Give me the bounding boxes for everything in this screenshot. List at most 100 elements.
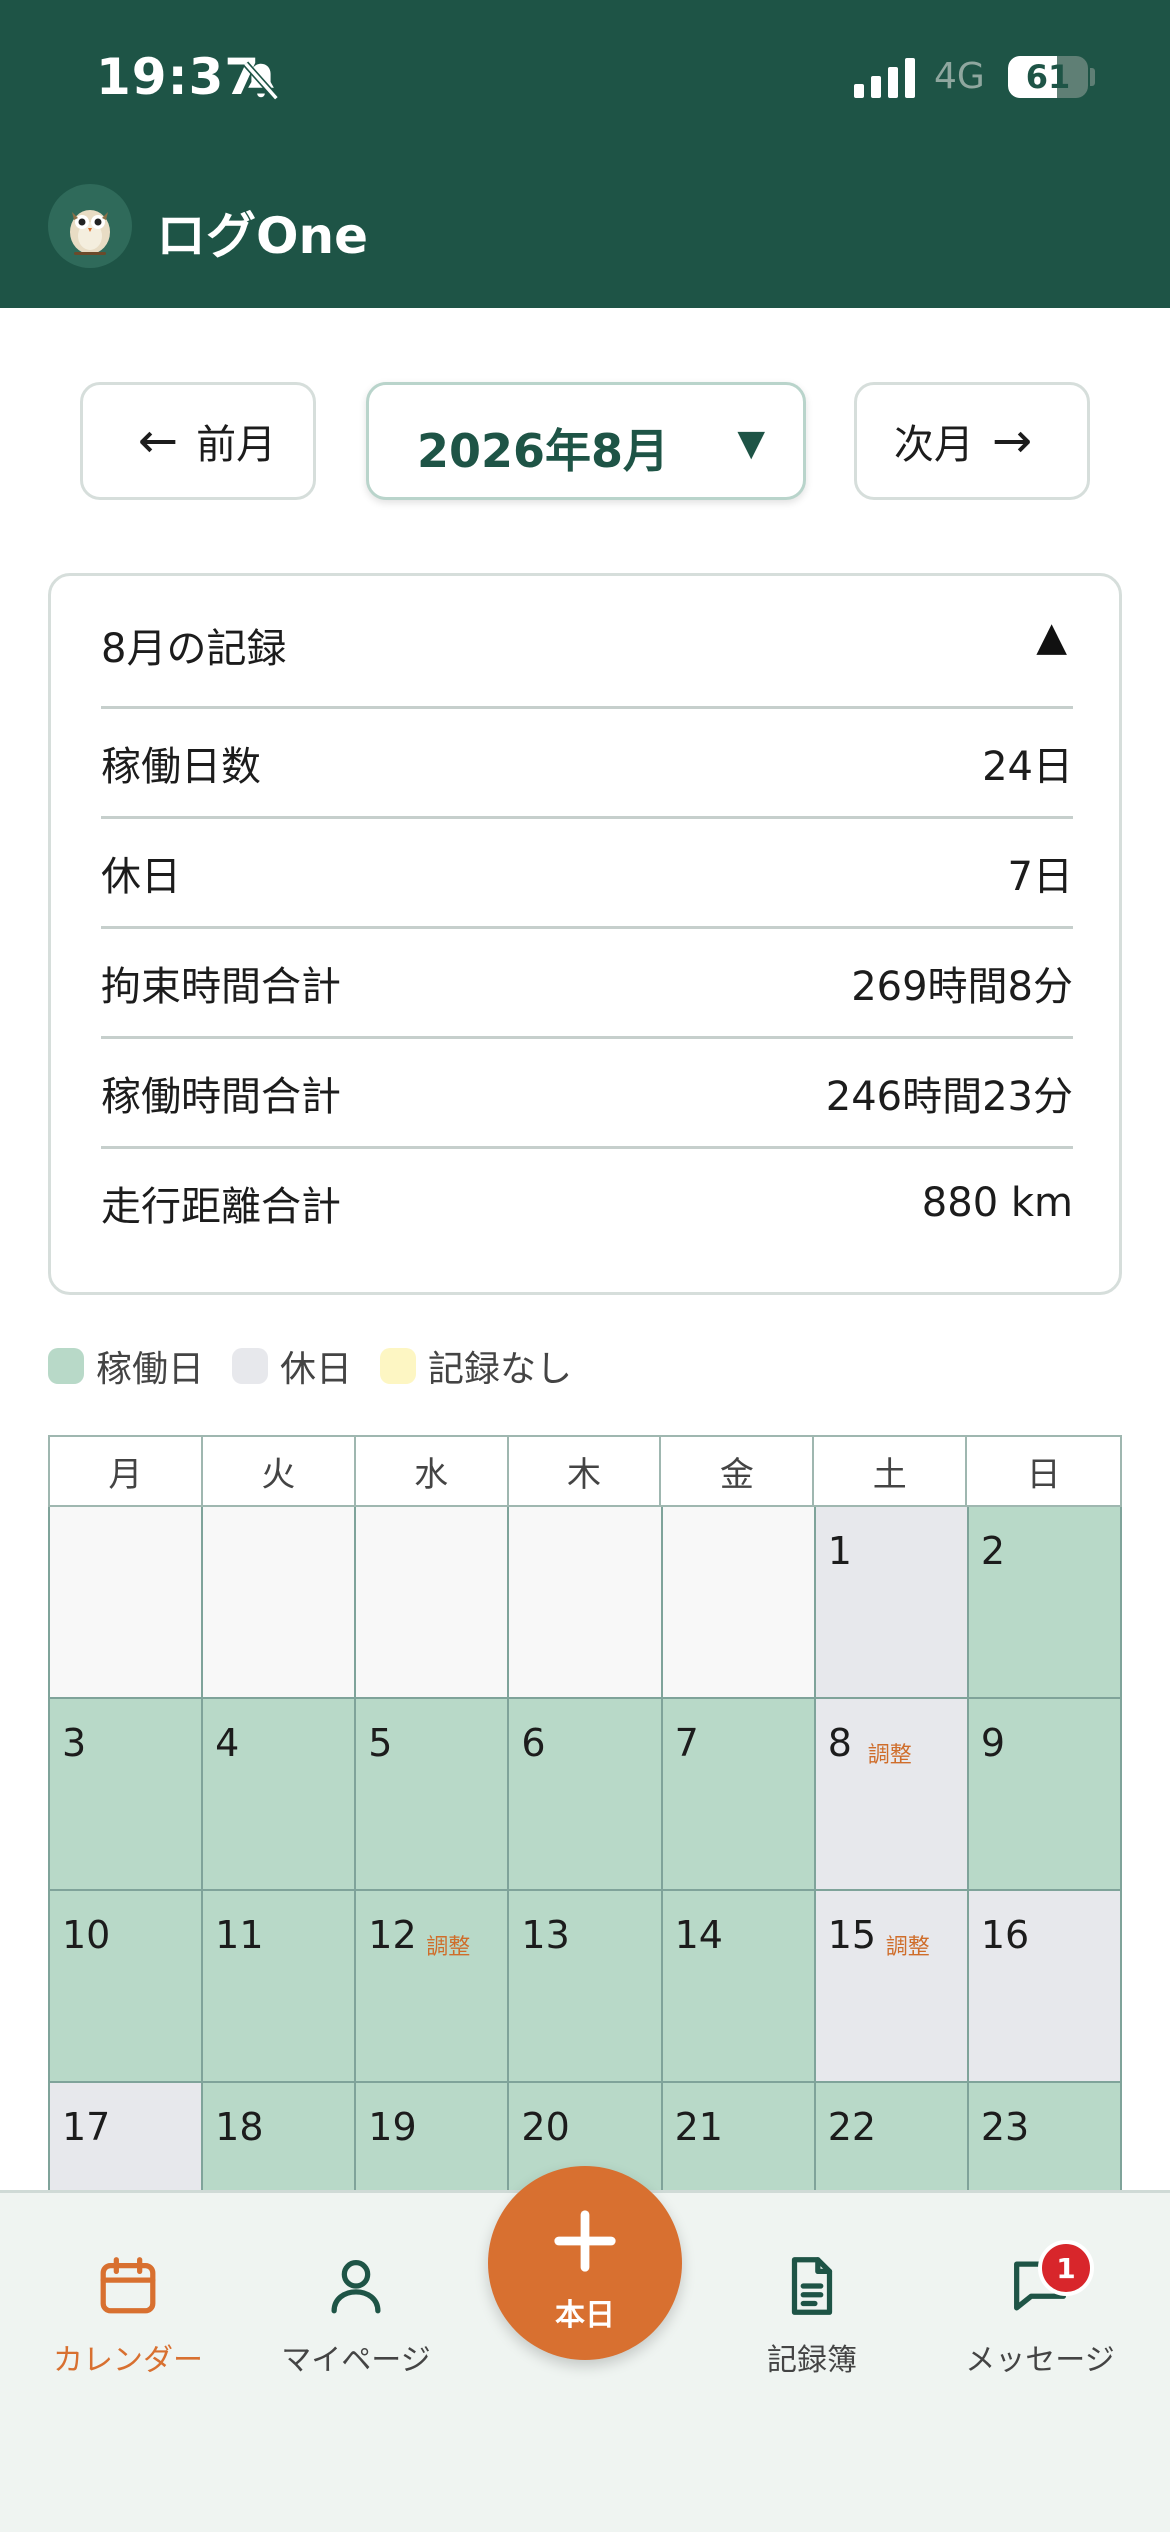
weekday-label: 木 xyxy=(509,1437,662,1505)
calendar-day-cell[interactable]: 1 xyxy=(815,1507,969,1699)
fab-label: 本日 xyxy=(555,2298,615,2333)
calendar-day-cell[interactable]: 11 xyxy=(203,1891,357,2083)
today-fab-button[interactable]: 本日 xyxy=(488,2166,682,2360)
tab-label: カレンダー xyxy=(53,2343,203,2378)
month-calendar: 月 火 水 木 金 土 日 1 2 3 4 5 6 7 8 調整 9 10 11 12 調整 13 14 15 調… xyxy=(48,1435,1122,2275)
day-number: 14 xyxy=(674,1913,723,1957)
calendar-day-cell[interactable]: 12 調整 xyxy=(356,1891,510,2083)
arrow-right-icon: → xyxy=(991,413,1033,469)
calendar-day-cell[interactable]: 15 調整 xyxy=(815,1891,969,2083)
calendar-day-cell[interactable]: 6 xyxy=(509,1699,663,1891)
document-icon xyxy=(791,2257,833,2315)
collapse-toggle-icon[interactable]: ▲ xyxy=(1036,614,1067,660)
legend-item-no-record: 記録なし xyxy=(380,1340,572,1392)
summary-row-restraint-time: 拘束時間合計 269時間8分 xyxy=(101,926,1073,1036)
owl-logo-icon xyxy=(48,184,132,268)
network-label: 4G xyxy=(934,56,985,97)
summary-label: 走行距離合計 xyxy=(101,1183,341,1230)
summary-row-working-days: 稼働日数 24日 xyxy=(101,706,1073,816)
tab-calendar[interactable]: カレンダー xyxy=(18,2251,238,2379)
calendar-day-cell[interactable]: 5 xyxy=(356,1699,510,1891)
summary-title: 8月の記録 xyxy=(101,626,287,672)
summary-value: 880 km xyxy=(921,1179,1073,1226)
day-number: 7 xyxy=(674,1721,699,1765)
calendar-day-cell[interactable]: 13 xyxy=(509,1891,663,2083)
summary-label: 拘束時間合計 xyxy=(101,963,341,1010)
bell-muted-icon xyxy=(243,61,279,101)
weekday-label: 月 xyxy=(50,1437,203,1505)
calendar-icon xyxy=(100,2257,156,2314)
calendar-cell-empty xyxy=(50,1507,204,1699)
calendar-day-cell[interactable]: 16 xyxy=(968,1891,1122,2083)
weekday-label: 金 xyxy=(661,1437,815,1505)
weekday-label: 土 xyxy=(814,1437,968,1505)
day-number: 13 xyxy=(521,1913,570,1957)
next-month-button[interactable]: 次月 → xyxy=(854,382,1090,500)
summary-label: 稼働時間合計 xyxy=(101,1073,341,1120)
adjustment-tag: 調整 xyxy=(426,1935,471,1960)
day-number: 20 xyxy=(521,2105,570,2149)
calendar-day-cell[interactable]: 3 xyxy=(50,1699,204,1891)
calendar-cell-empty xyxy=(662,1507,816,1699)
legend-label: 記録なし xyxy=(428,1349,573,1390)
status-time: 19:37 xyxy=(96,48,261,106)
month-select[interactable]: 2026年8月 ▼ xyxy=(366,382,806,500)
calendar-cell-empty xyxy=(203,1507,357,1699)
tab-label: メッセージ xyxy=(965,2343,1115,2378)
person-icon xyxy=(331,2260,381,2314)
signal-icon xyxy=(854,58,915,98)
summary-label: 休日 xyxy=(101,853,181,900)
calendar-cell-empty xyxy=(509,1507,663,1699)
calendar-day-cell[interactable]: 2 xyxy=(968,1507,1122,1699)
summary-value: 24日 xyxy=(982,743,1073,790)
calendar-day-cell[interactable]: 8 調整 xyxy=(815,1699,969,1891)
message-badge: 1 xyxy=(1038,2240,1094,2296)
day-number: 21 xyxy=(674,2105,723,2149)
day-number: 4 xyxy=(215,1721,240,1765)
day-number: 19 xyxy=(368,2105,417,2149)
calendar-day-cell[interactable]: 9 xyxy=(968,1699,1122,1891)
arrow-left-icon: ← xyxy=(137,413,179,469)
weekday-label: 火 xyxy=(203,1437,356,1505)
calendar-day-cell[interactable]: 10 xyxy=(50,1891,204,2083)
legend-swatch xyxy=(232,1348,269,1384)
prev-month-button[interactable]: ← 前月 xyxy=(80,382,316,500)
day-number: 5 xyxy=(368,1721,393,1765)
legend-item-workday: 稼働日 xyxy=(48,1340,204,1392)
day-number: 10 xyxy=(62,1913,111,1957)
calendar-day-cell[interactable]: 14 xyxy=(662,1891,816,2083)
calendar-day-cell[interactable]: 4 xyxy=(203,1699,357,1891)
day-number: 16 xyxy=(980,1913,1030,1957)
legend-label: 休日 xyxy=(280,1349,353,1390)
tab-mypage[interactable]: マイページ xyxy=(246,2251,466,2379)
summary-row-holidays: 休日 7日 xyxy=(101,816,1073,926)
current-month-label: 2026年8月 xyxy=(417,424,670,478)
app-header: 19:37 4G 61 ログOne xyxy=(0,0,1170,308)
tab-label: マイページ xyxy=(281,2343,431,2378)
battery-tip xyxy=(1090,68,1095,86)
plus-icon xyxy=(554,2210,616,2272)
day-number: 23 xyxy=(980,2105,1030,2149)
calendar-day-cell[interactable]: 7 xyxy=(662,1699,816,1891)
day-number: 17 xyxy=(62,2105,111,2149)
summary-value: 7日 xyxy=(1007,853,1073,900)
legend-item-holiday: 休日 xyxy=(232,1340,352,1392)
summary-row-distance: 走行距離合計 880 km xyxy=(101,1146,1073,1256)
day-number: 18 xyxy=(215,2105,264,2149)
day-number: 12 xyxy=(368,1913,417,1957)
day-number: 6 xyxy=(521,1721,546,1765)
summary-row-working-time: 稼働時間合計 246時間23分 xyxy=(101,1036,1073,1146)
summary-value: 269時間8分 xyxy=(851,963,1073,1010)
battery-level: 61 xyxy=(1025,58,1071,96)
weekday-header: 月 火 水 木 金 土 日 xyxy=(48,1435,1122,1507)
legend-swatch xyxy=(48,1348,84,1384)
weekday-label: 日 xyxy=(1026,1454,1061,1495)
day-number: 15 xyxy=(827,1913,877,1957)
day-number: 3 xyxy=(62,1721,87,1765)
summary-label: 稼働日数 xyxy=(101,743,261,790)
battery-icon: 61 xyxy=(1008,56,1088,98)
legend-swatch xyxy=(380,1348,417,1384)
tab-records[interactable]: 記録簿 xyxy=(702,2251,922,2379)
calendar-cell-empty xyxy=(356,1507,510,1699)
day-number: 11 xyxy=(215,1913,264,1957)
